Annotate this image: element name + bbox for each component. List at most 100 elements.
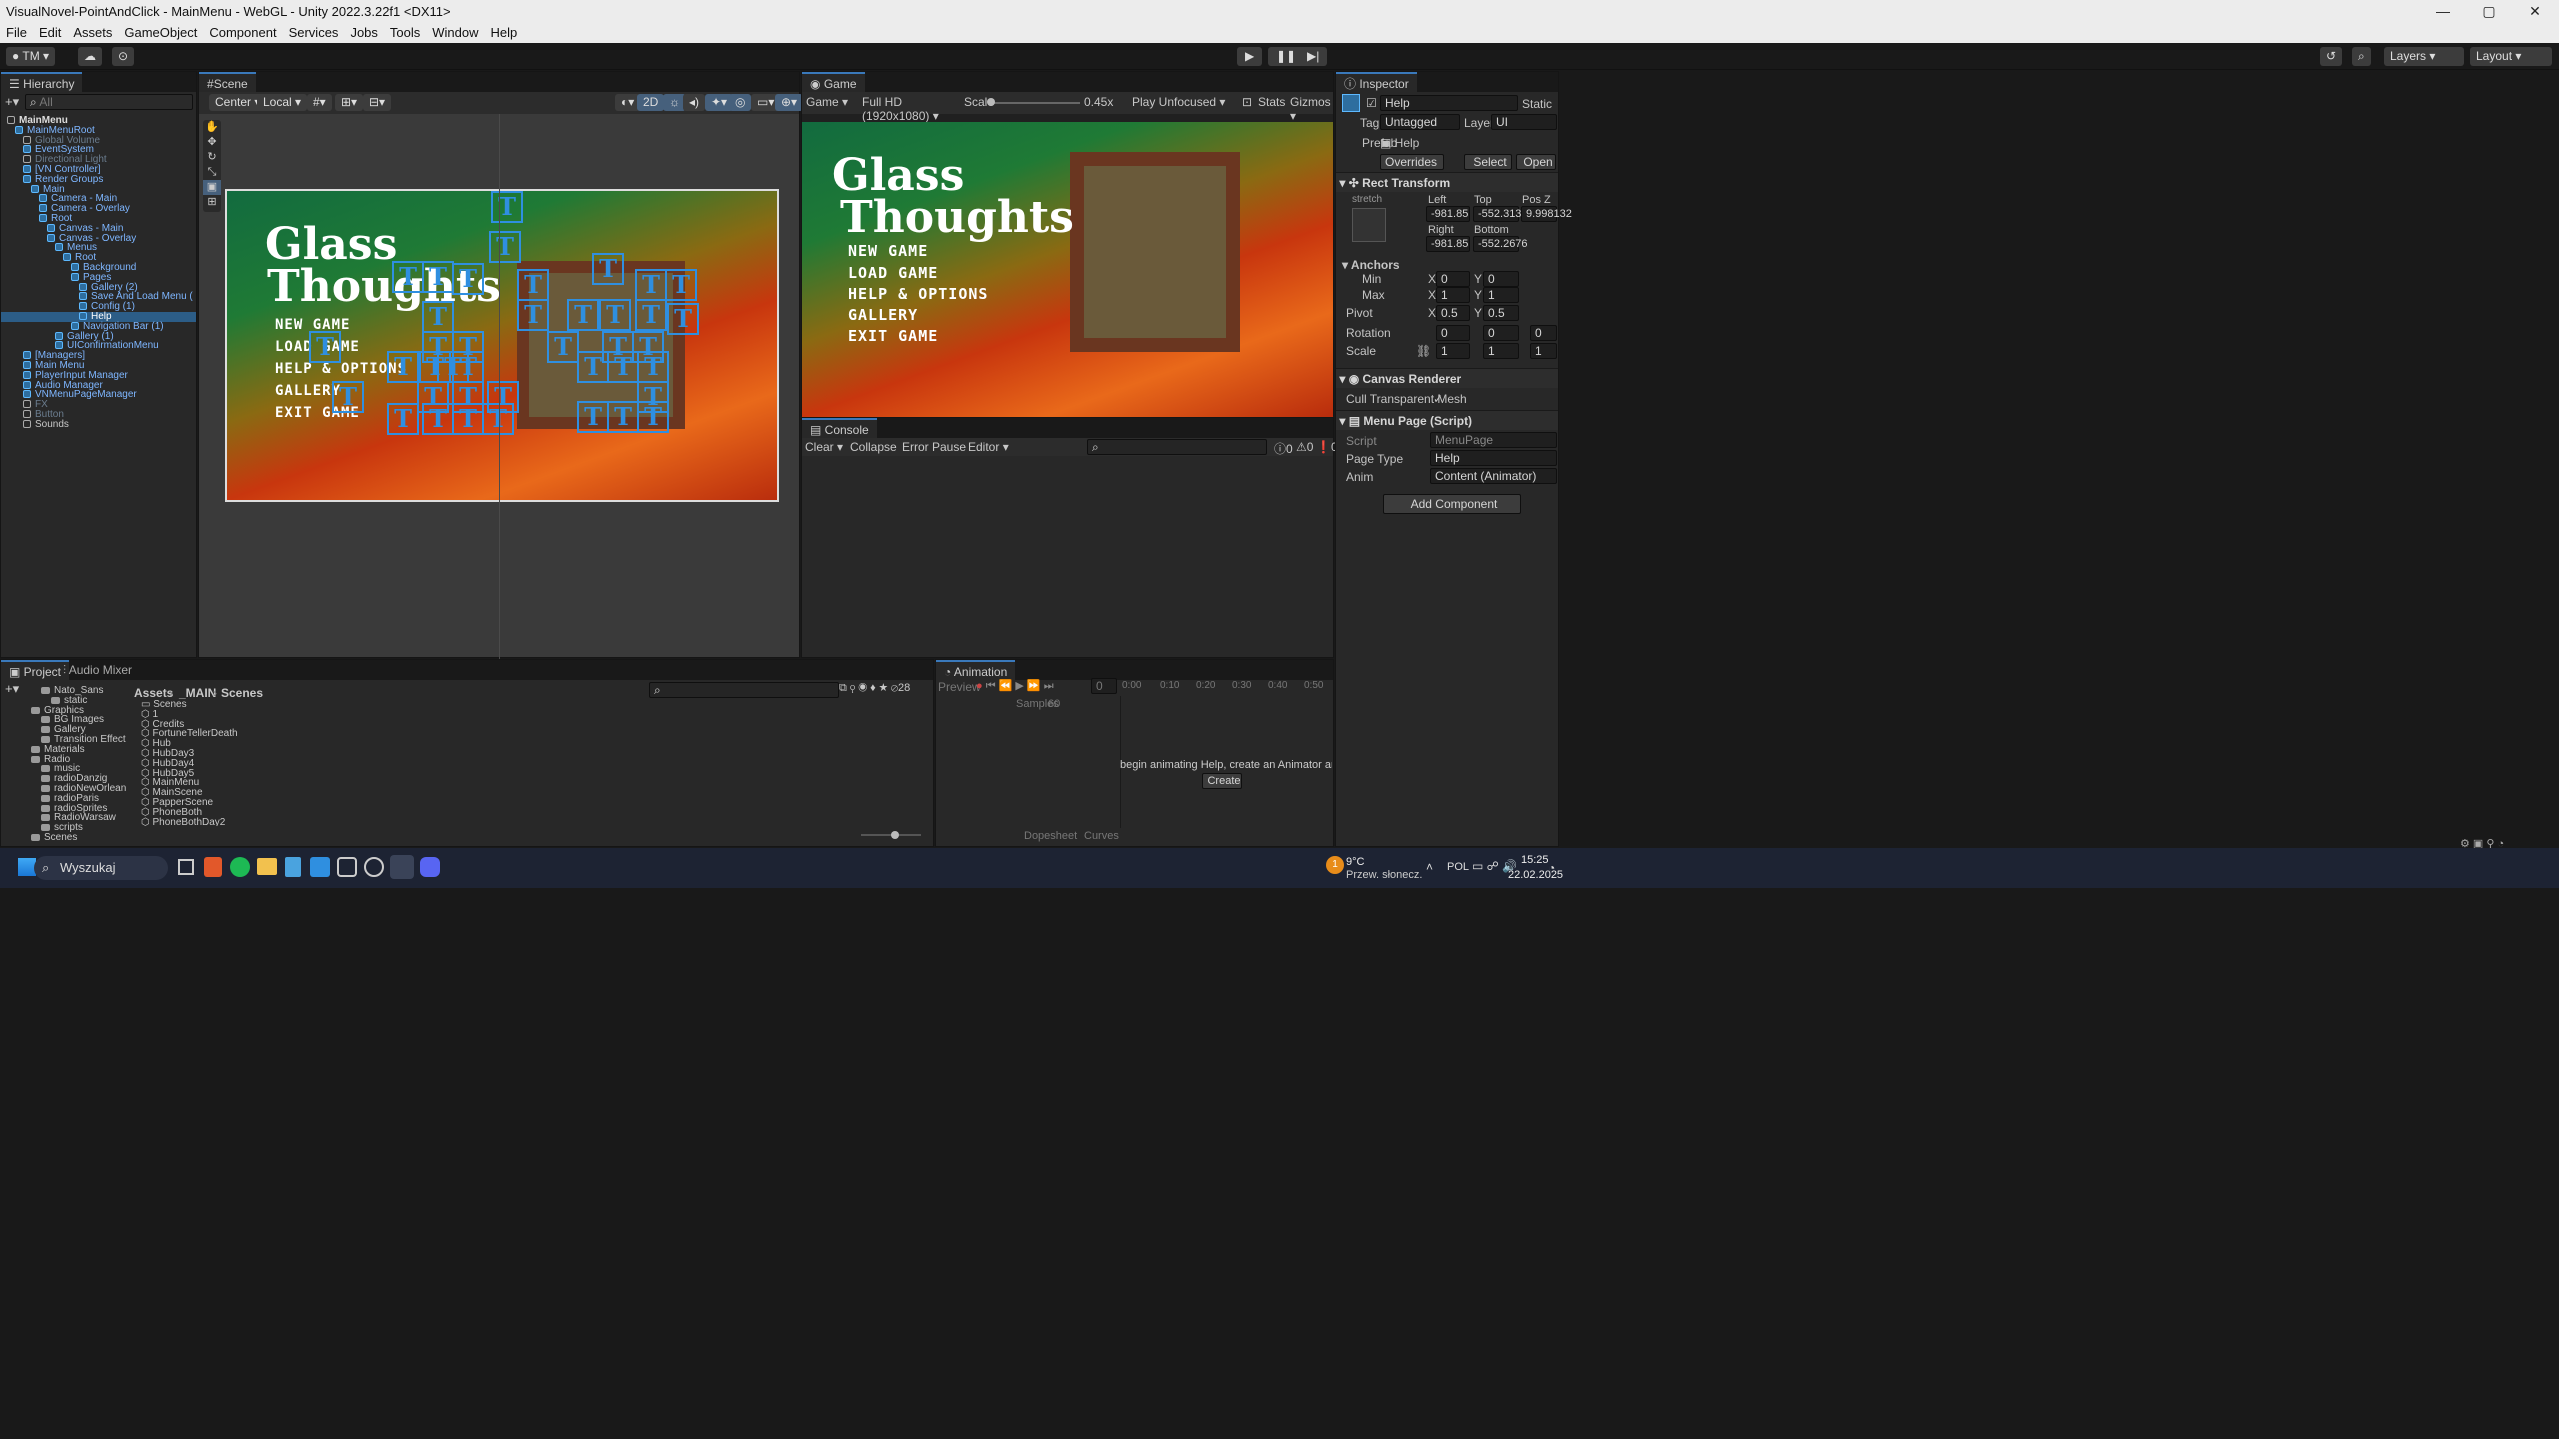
clock-time[interactable]: 15:25	[1521, 854, 1549, 866]
tab-audio-mixer[interactable]: ⫶ Audio Mixer	[55, 660, 140, 680]
hierarchy-item[interactable]: Sounds	[1, 419, 196, 430]
rotation-y[interactable]: 0	[1483, 325, 1519, 341]
menu-tools[interactable]: Tools	[384, 23, 426, 43]
prefab-asset[interactable]: ▣ Help	[1380, 136, 1419, 150]
unity-editor-active-icon[interactable]	[390, 855, 414, 879]
game-menu-help-options[interactable]: HELP & OPTIONS	[848, 285, 988, 303]
rotation-z[interactable]: 0	[1530, 325, 1557, 341]
editor-dropdown[interactable]: Editor ▾	[968, 440, 1009, 454]
menu-help[interactable]: Help	[485, 23, 524, 43]
vscode-icon[interactable]	[310, 857, 330, 877]
tab-game[interactable]: ◉ Game	[802, 72, 865, 92]
overrides-dropdown[interactable]: Overrides	[1380, 154, 1444, 170]
dopesheet-tab[interactable]: Dopesheet	[1024, 830, 1077, 842]
taskbar-search[interactable]: ⌕ Wyszukaj	[34, 856, 168, 880]
maximize-icon[interactable]: ⊡	[1242, 95, 1252, 109]
anchor-max-y[interactable]: 1	[1483, 287, 1519, 303]
hierarchy-item[interactable]: UIConfirmationMenu	[1, 341, 196, 351]
log-count[interactable]: ⓘ0	[1274, 440, 1293, 457]
menu-edit[interactable]: Edit	[33, 23, 67, 43]
minimize-button[interactable]: —	[2420, 0, 2466, 23]
hand-tool-icon[interactable]: ✋	[203, 120, 221, 135]
rect-transform-header[interactable]: ▾ ✣ Rect Transform	[1336, 172, 1558, 192]
menu-window[interactable]: Window	[426, 23, 484, 43]
collab-icon[interactable]: ⊙	[112, 47, 135, 66]
hierarchy-item[interactable]: FX	[1, 400, 196, 410]
playback-controls[interactable]: ● ⏮ ⏪ ▶ ⏩ ⏭	[976, 679, 1054, 693]
warning-count[interactable]: ⚠0	[1296, 440, 1313, 454]
increment-snap-icon[interactable]: ⊞▾	[335, 94, 364, 111]
crumb-scenes[interactable]: Scenes	[221, 686, 263, 700]
crumb-assets[interactable]: Assets	[134, 686, 173, 700]
menu-gameobject[interactable]: GameObject	[118, 23, 203, 43]
gizmos-dropdown[interactable]: Gizmos ▾	[1290, 95, 1333, 123]
project-folder[interactable]: Nato_Sans	[1, 686, 103, 696]
top-field[interactable]: -552.3135	[1473, 206, 1528, 222]
active-checkbox[interactable]: ☑	[1366, 96, 1377, 110]
cull-checkbox[interactable]: ✓	[1433, 392, 1443, 406]
notepad-icon[interactable]	[285, 857, 301, 877]
scene-file[interactable]: ⬡ PhoneBothDay2	[141, 817, 225, 826]
anchor-max-x[interactable]: 1	[1436, 287, 1470, 303]
static-toggle[interactable]: Static	[1522, 97, 1552, 111]
add-component-button[interactable]: Add Component	[1383, 494, 1521, 514]
play-mode-dropdown[interactable]: Play Unfocused ▾	[1132, 95, 1225, 109]
game-menu-load-game[interactable]: LOAD GAME	[848, 264, 938, 282]
create-animation-button[interactable]: Create	[1202, 773, 1242, 789]
file-explorer-icon[interactable]	[257, 858, 277, 875]
clear-button[interactable]: Clear ▾	[805, 440, 843, 454]
move-tool-icon[interactable]: ✥	[203, 135, 221, 150]
unity-icon[interactable]	[364, 857, 384, 877]
tag-dropdown[interactable]: Untagged	[1380, 114, 1460, 130]
weather-icon[interactable]: 1	[1326, 856, 1344, 874]
preview-button[interactable]: Preview	[938, 672, 981, 694]
close-button[interactable]: ✕	[2512, 0, 2558, 23]
scale-slider-handle[interactable]	[987, 98, 995, 106]
curves-tab[interactable]: Curves	[1084, 830, 1119, 842]
samples-value[interactable]: 60	[1048, 698, 1060, 710]
anchor-min-x[interactable]: 0	[1436, 271, 1470, 287]
crumb-main[interactable]: _MAIN	[179, 686, 216, 700]
project-folder[interactable]: BG Images	[1, 715, 104, 725]
console-search[interactable]: ⌕	[1087, 439, 1267, 455]
scale-slider[interactable]	[987, 98, 1080, 106]
object-name-field[interactable]: Help	[1380, 95, 1518, 111]
cloud-icon[interactable]: ☁	[78, 47, 102, 66]
bottom-field[interactable]: -552.2676	[1473, 236, 1528, 252]
history-icon[interactable]: ↺	[2320, 47, 2343, 66]
toggle-2d-button[interactable]: 2D	[637, 94, 665, 111]
step-button[interactable]: ▶|	[1299, 47, 1328, 66]
layout-dropdown[interactable]: Layout ▾	[2470, 47, 2552, 66]
rotation-x[interactable]: 0	[1436, 325, 1470, 341]
account-button[interactable]: ● TM ▾	[6, 47, 56, 66]
hierarchy-item[interactable]: [Managers]	[1, 351, 196, 361]
scale-x[interactable]: 1	[1436, 343, 1470, 359]
menu-component[interactable]: Component	[203, 23, 282, 43]
hierarchy-item[interactable]: Camera - Overlay	[1, 204, 196, 214]
transform-tool-icon[interactable]: ⊞	[203, 195, 221, 210]
collapse-button[interactable]: Collapse	[850, 440, 897, 454]
game-menu-gallery[interactable]: GALLERY	[848, 306, 918, 324]
tab-console[interactable]: ▤ Console	[802, 418, 877, 438]
game-view[interactable]: Glass Thoughts NEW GAME LOAD GAME HELP &…	[802, 122, 1333, 420]
icon-size-handle[interactable]	[891, 831, 899, 839]
tray-chevron-icon[interactable]: ˄	[1426, 860, 1433, 874]
menu-page-header[interactable]: ▾ ▤ Menu Page (Script)	[1336, 410, 1558, 430]
project-folder[interactable]: Materials	[1, 744, 85, 755]
timeline-ruler[interactable]: 0:00 0:10 0:20 0:30 0:40 0:50	[1120, 680, 1332, 694]
layers-dropdown[interactable]: Layers ▾	[2384, 47, 2464, 66]
project-folder[interactable]: Scenes	[1, 833, 77, 843]
menu-services[interactable]: Services	[283, 23, 345, 43]
scene-canvas-view[interactable]: Glass Thoughts NEW GAME LOAD GAME HELP &…	[225, 189, 779, 502]
unity-hub-icon[interactable]	[337, 857, 357, 877]
canvas-renderer-header[interactable]: ▾ ◉ Canvas Renderer	[1336, 368, 1558, 388]
right-field[interactable]: -981.85	[1426, 236, 1470, 252]
play-button[interactable]: ▶	[1237, 47, 1263, 66]
stats-button[interactable]: Stats	[1258, 95, 1285, 109]
frame-field[interactable]: 0	[1091, 678, 1117, 694]
constrain-proportions-icon[interactable]: ⛓	[1416, 344, 1431, 358]
grid-snap-icon[interactable]: #▾	[307, 94, 332, 111]
open-button[interactable]: Open	[1516, 154, 1556, 170]
spotify-icon[interactable]	[230, 857, 250, 877]
hierarchy-item[interactable]: Button	[1, 410, 196, 420]
